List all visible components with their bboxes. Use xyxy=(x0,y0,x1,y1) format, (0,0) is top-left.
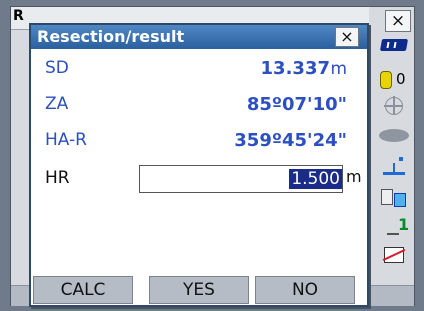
target-status[interactable]: 0 xyxy=(374,67,414,97)
hr-unit: m xyxy=(346,167,362,186)
yes-button[interactable]: YES xyxy=(149,276,249,304)
status-strip: 0 1 xyxy=(374,37,414,297)
calc-button[interactable]: CALC xyxy=(33,276,133,304)
resection-result-dialog: Resection/result × SD 13.337 m ZA 85º07'… xyxy=(29,23,369,307)
za-row: ZA 85º07'10" xyxy=(31,87,367,123)
no-button[interactable]: NO xyxy=(255,276,355,304)
hr-input[interactable]: 1.500 xyxy=(139,165,343,193)
prism-constant: 0 xyxy=(396,70,406,88)
battery-status[interactable] xyxy=(374,37,414,67)
background-close-button[interactable]: × xyxy=(385,10,411,32)
dialog-title-bar: Resection/result xyxy=(31,25,367,49)
sd-row: SD 13.337 m xyxy=(31,51,367,87)
tilt-icon xyxy=(383,157,405,177)
hr-input-value: 1.500 xyxy=(289,169,342,189)
laser-eye-icon xyxy=(379,129,409,142)
prism-icon xyxy=(380,71,392,89)
memory-icon xyxy=(384,247,404,263)
tilt-status[interactable] xyxy=(374,155,414,185)
communication-status[interactable] xyxy=(374,185,414,215)
device-screen: R × 0 1 Resection/result × SD 13.337 m Z… xyxy=(10,6,415,307)
hr-row: HR 1.500 m xyxy=(31,161,367,197)
background-title: R xyxy=(13,8,24,24)
hr-label: HR xyxy=(45,168,70,188)
crosshair-status[interactable] xyxy=(374,95,414,125)
ha-r-label: HA-R xyxy=(45,130,87,150)
za-value: 85º07'10" xyxy=(246,94,347,115)
ha-r-value: 359º45'24" xyxy=(234,130,347,151)
input-mode-status[interactable]: 1 xyxy=(374,215,414,247)
memory-status[interactable] xyxy=(374,245,414,275)
battery-icon xyxy=(379,39,409,51)
crosshair-icon xyxy=(384,96,403,115)
za-label: ZA xyxy=(45,94,69,114)
dialog-close-button[interactable]: × xyxy=(335,27,359,47)
softkey-bar: CALC YES NO xyxy=(31,273,367,305)
laser-status[interactable] xyxy=(374,125,414,155)
sd-unit: m xyxy=(330,59,347,79)
ha-r-row: HA-R 359º45'24" xyxy=(31,123,367,159)
dialog-title: Resection/result xyxy=(37,27,185,46)
sd-value: 13.337 xyxy=(260,58,330,79)
communication-icon xyxy=(381,187,407,209)
sd-label: SD xyxy=(45,58,69,78)
input-mode-number: 1 xyxy=(398,215,410,234)
input-mode-icon: 1 xyxy=(387,215,410,237)
